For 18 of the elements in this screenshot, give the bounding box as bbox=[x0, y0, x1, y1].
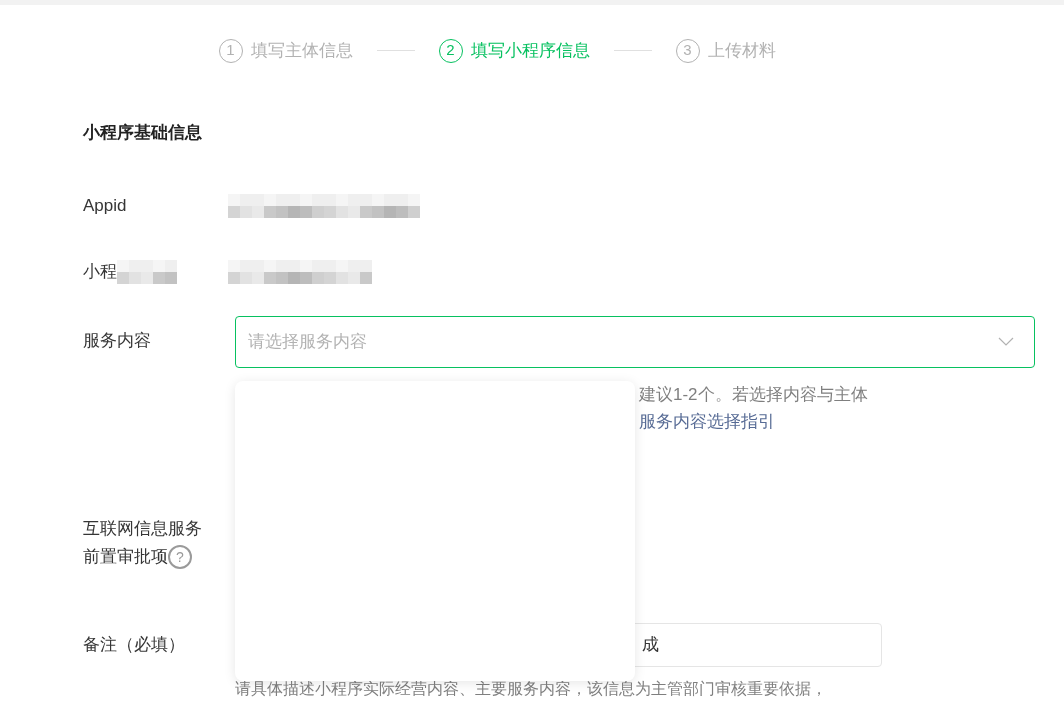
field-label: 备注（必填） bbox=[83, 633, 186, 656]
field-label: 互联网信息服务 bbox=[83, 517, 203, 540]
select-placeholder: 请选择服务内容 bbox=[248, 330, 367, 353]
service-select[interactable]: 请选择服务内容 bbox=[235, 315, 1035, 368]
step-label: 填写主体信息 bbox=[250, 39, 353, 62]
chevron-down-icon bbox=[998, 337, 1014, 346]
step-label: 填写小程序信息 bbox=[470, 39, 590, 62]
field-label: 前置审批项 bbox=[83, 545, 168, 568]
section-title: 小程序基础信息 bbox=[83, 122, 203, 144]
field-label: 小程 bbox=[83, 260, 117, 283]
step-label: 上传材料 bbox=[707, 39, 776, 62]
field-label: 服务内容 bbox=[83, 329, 152, 352]
field-label: Appid bbox=[83, 194, 128, 217]
remark-hint: 请具体描述小程序实际经营内容、主要服务内容，该信息为主管部门审核重要依据， bbox=[234, 678, 828, 699]
blurred-value bbox=[117, 259, 177, 284]
help-icon[interactable]: ? bbox=[168, 544, 192, 569]
guide-link[interactable]: 服务内容选择指引 bbox=[639, 411, 775, 431]
hint-text: 建议1-2个。若选择内容与主体 bbox=[639, 383, 869, 406]
